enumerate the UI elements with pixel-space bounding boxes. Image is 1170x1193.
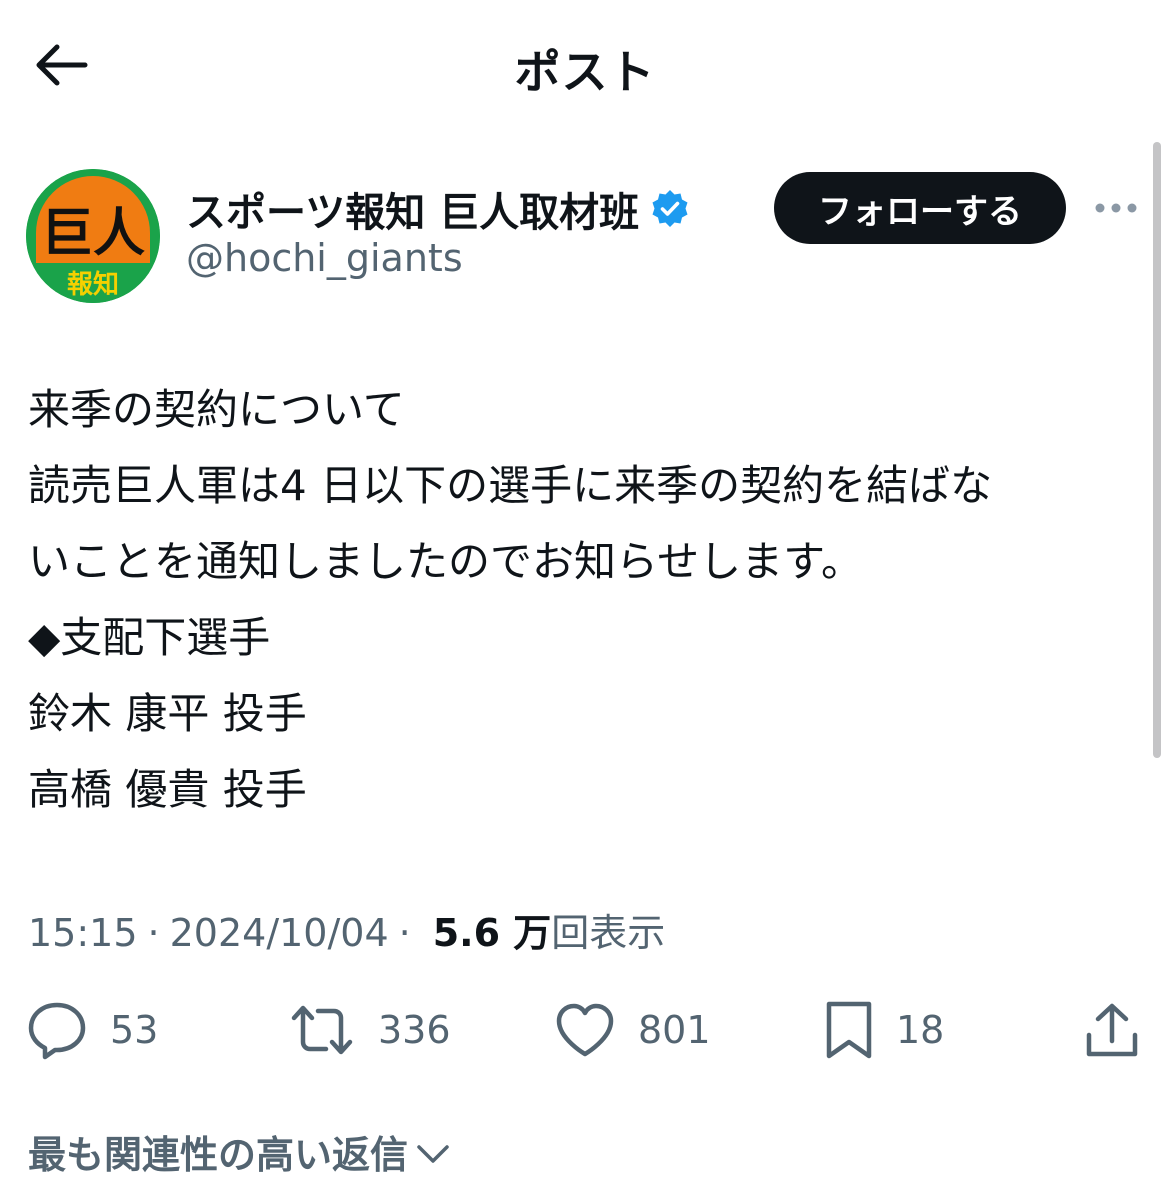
author-handle[interactable]: @hochi_giants xyxy=(186,236,463,280)
author-name[interactable]: スポーツ報知 巨人取材班 xyxy=(186,180,691,238)
tweet-line: 高橋 優貴 投手 xyxy=(28,765,307,814)
tweet-metadata: 15:15 · 2024/10/04 · 5.6 万 回表示 xyxy=(28,902,665,957)
avatar[interactable]: 巨人 報知 xyxy=(26,169,160,303)
scrollbar[interactable] xyxy=(1153,142,1161,758)
avatar-logo-bottom: 報知 xyxy=(67,270,119,300)
avatar-logo-top: 巨人 xyxy=(41,204,145,264)
replies-sort-label: 最も関連性の高い返信 xyxy=(28,1133,409,1177)
bookmark-count: 18 xyxy=(896,1008,945,1052)
retweet-button[interactable]: 336 xyxy=(288,995,451,1065)
tweet-line: ◆支配下選手 xyxy=(28,613,271,662)
author-display-name: スポーツ報知 巨人取材班 xyxy=(186,190,640,236)
action-bar: 53 336 801 18 xyxy=(0,995,1170,1065)
replies-sort-dropdown[interactable]: 最も関連性の高い返信 xyxy=(28,1124,450,1179)
bookmark-icon xyxy=(824,999,874,1061)
heart-icon xyxy=(554,1002,616,1058)
share-icon xyxy=(1084,1001,1140,1059)
tweet-date[interactable]: 2024/10/04 xyxy=(170,911,389,955)
tweet-line: 読売巨人軍は4 日以下の選手に来季の契約を結ばな xyxy=(28,461,993,510)
more-options-button[interactable] xyxy=(1092,190,1140,226)
more-horizontal-icon xyxy=(1094,199,1138,218)
meta-separator: · xyxy=(147,911,160,955)
follow-button[interactable]: フォローする xyxy=(774,172,1066,244)
reply-count: 53 xyxy=(110,1008,159,1052)
tweet-line: 来季の契約について xyxy=(28,385,405,434)
tweet-time[interactable]: 15:15 xyxy=(28,911,138,955)
tweet-line: いことを通知しましたのでお知らせします。 xyxy=(28,537,863,586)
chevron-down-icon xyxy=(408,1130,450,1174)
verified-badge-icon[interactable] xyxy=(649,188,691,230)
reply-icon xyxy=(26,999,88,1061)
retweet-count: 336 xyxy=(378,1008,451,1052)
retweet-icon xyxy=(288,1002,356,1058)
page-title: ポスト xyxy=(514,45,656,99)
tweet-text: 来季の契約について 読売巨人軍は4 日以下の選手に来季の契約を結ばな いことを通… xyxy=(28,372,1138,828)
reply-button[interactable]: 53 xyxy=(26,995,158,1065)
views-label: 回表示 xyxy=(551,911,666,955)
top-bar: ポスト xyxy=(0,0,1170,135)
like-count: 801 xyxy=(638,1008,711,1052)
tweet-line: 鈴木 康平 投手 xyxy=(28,689,307,738)
meta-separator: · xyxy=(398,911,411,955)
views-count[interactable]: 5.6 万 xyxy=(433,902,552,957)
like-button[interactable]: 801 xyxy=(554,995,711,1065)
bookmark-button[interactable]: 18 xyxy=(824,995,944,1065)
share-button[interactable] xyxy=(1084,995,1140,1065)
